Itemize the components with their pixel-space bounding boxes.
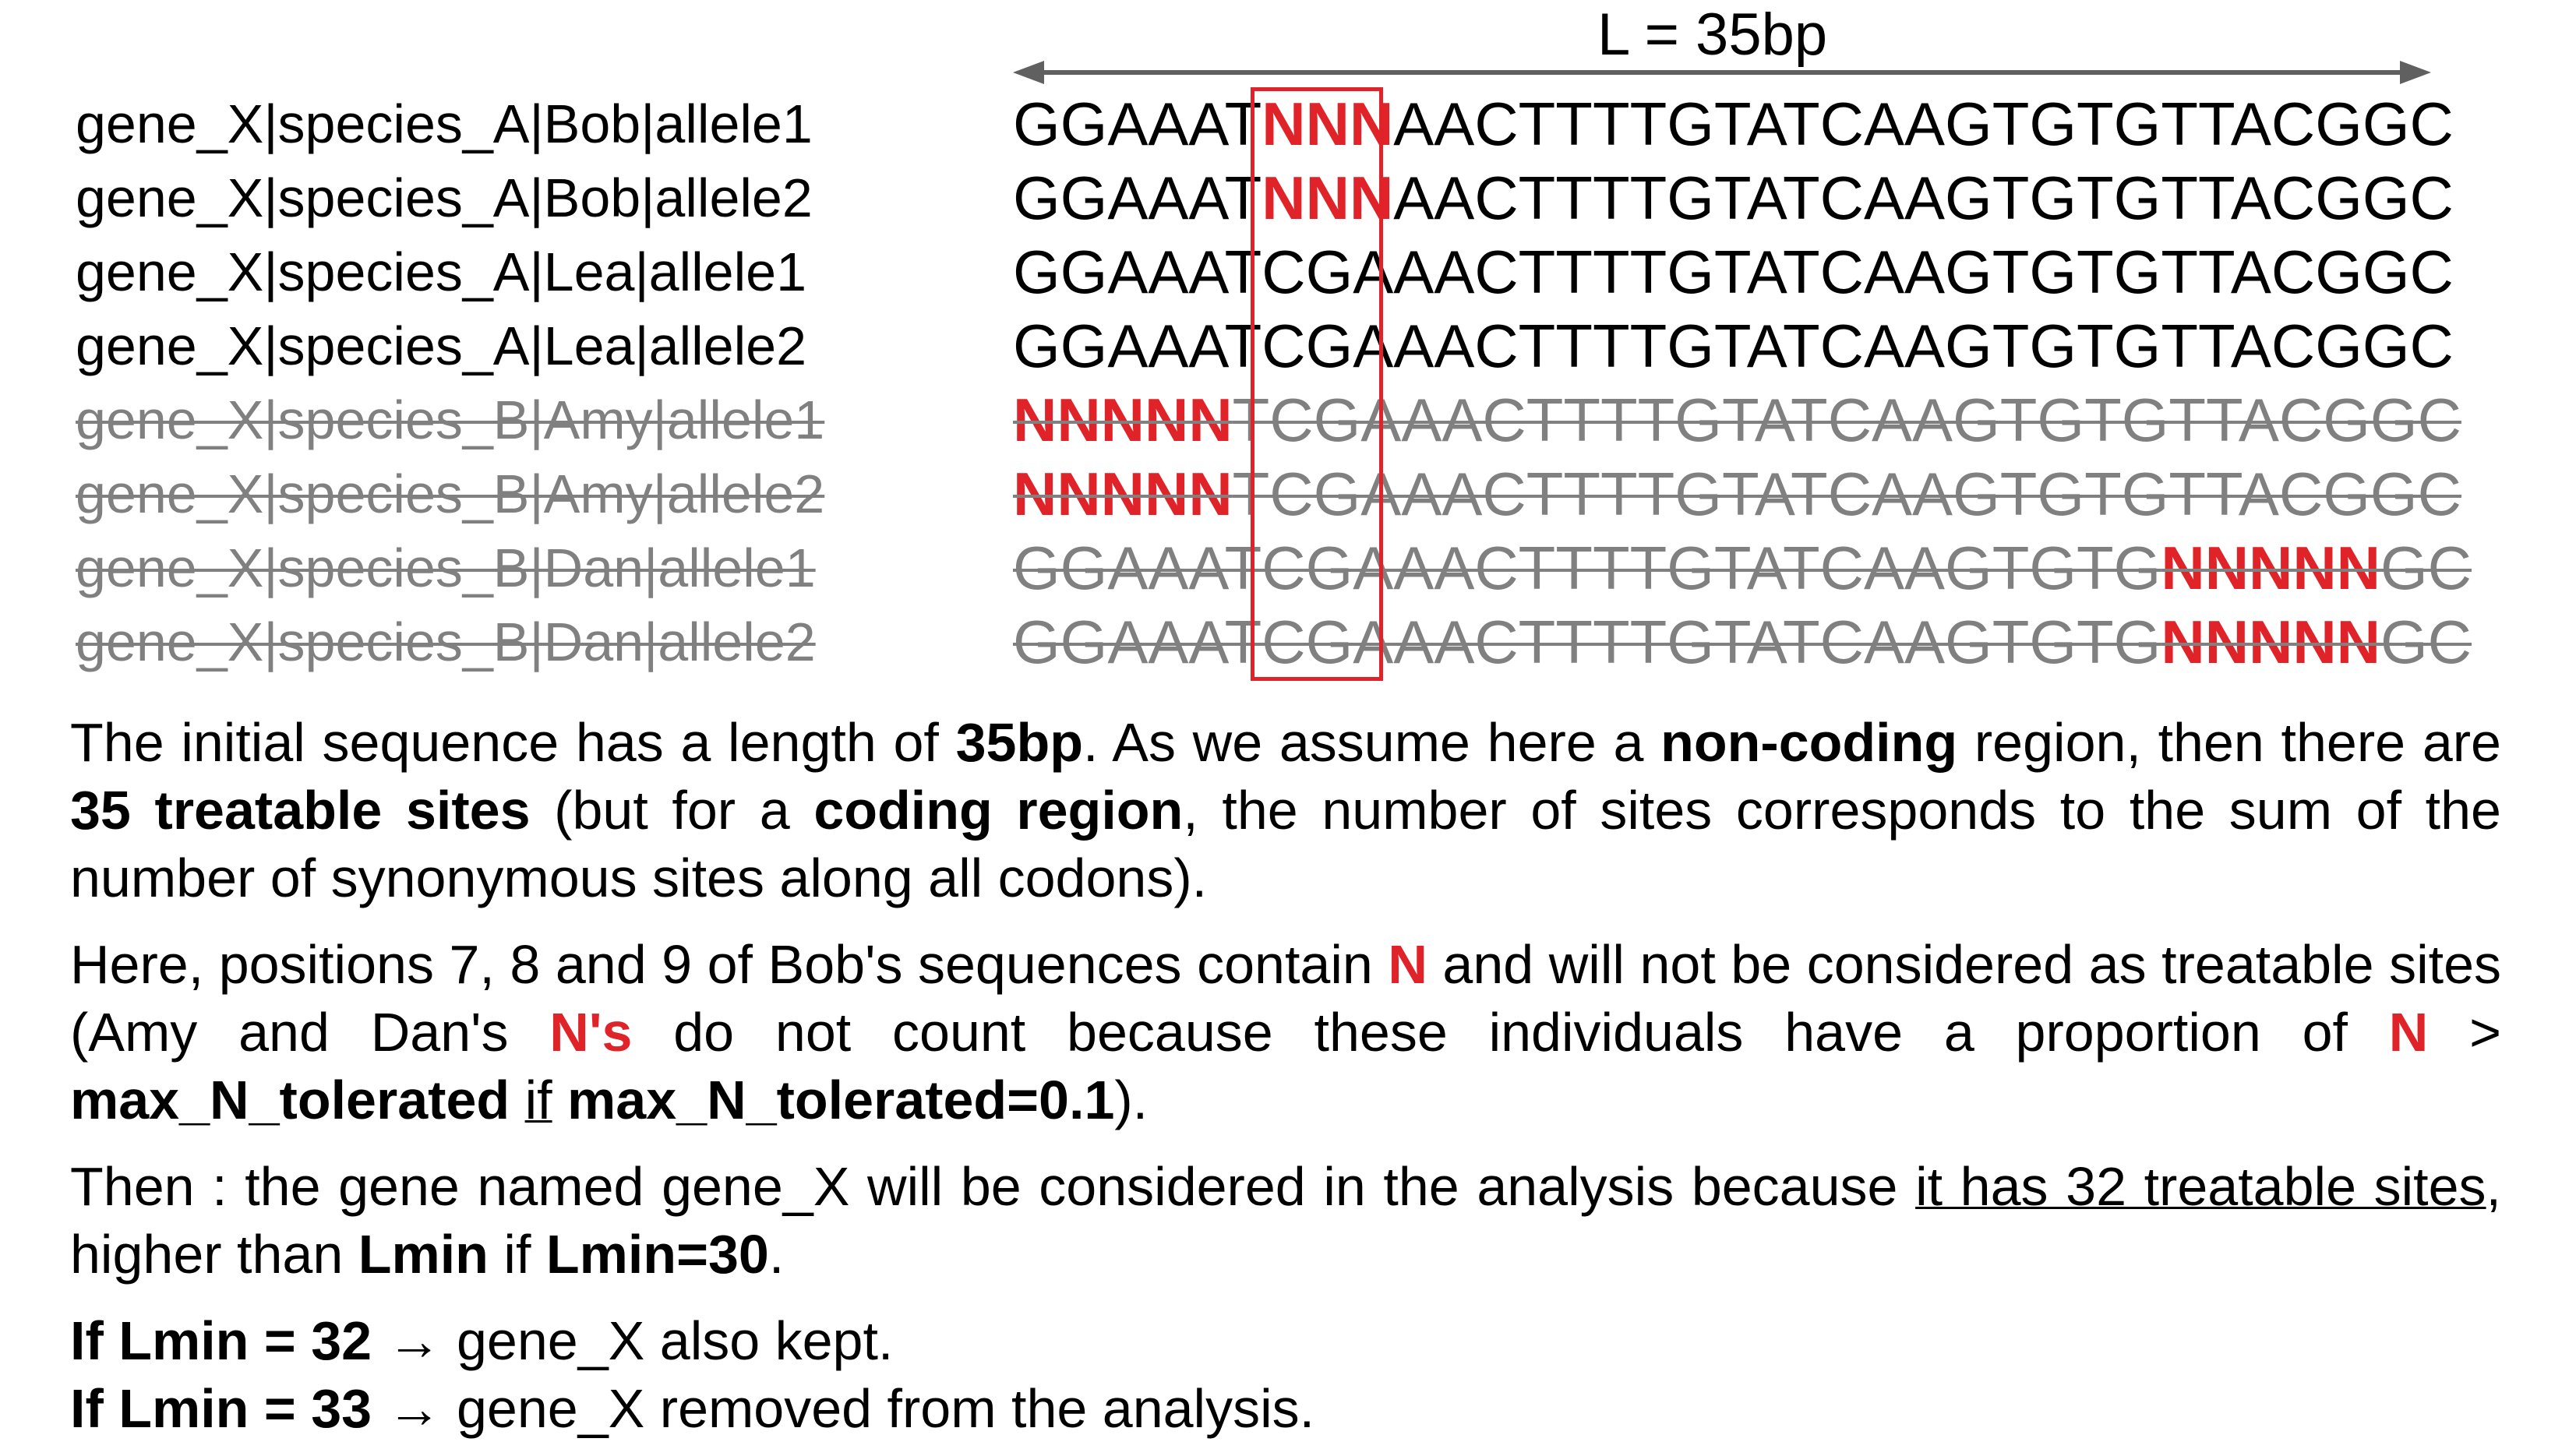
paragraph-run: it has 32 treatable sites [1915, 1156, 2486, 1217]
gene-label: gene_X|species_A|Bob|allele2 [76, 167, 813, 228]
sequence-row: NNNNNTCGAAACTTTTGTATCAAGTGTGTTACGGC [1013, 457, 2472, 531]
paragraph-run: > [2428, 1002, 2501, 1063]
paragraph-run: Then : the gene named gene_X will be con… [70, 1156, 1916, 1217]
sequence-segment: GGAAAT [1013, 90, 1262, 158]
sequence-segment: GC [2380, 534, 2472, 602]
paragraph-run: Lmin [358, 1224, 489, 1285]
paragraph-run: if [524, 1070, 552, 1130]
rule-outcome: gene_X also kept. [456, 1310, 894, 1371]
rule-condition: If Lmin = 32 [70, 1310, 372, 1371]
paragraph-run [552, 1070, 567, 1130]
sequence-row: GGAAATCGAAACTTTTGTATCAAGTGTGTTACGGC [1013, 309, 2472, 383]
sequence-segment: GGAAATCGAAACTTTTGTATCAAGTGTG [1013, 534, 2161, 602]
length-arrow-right-head [2400, 61, 2431, 84]
sequence-row: NNNNNTCGAAACTTTTGTATCAAGTGTGTTACGGC [1013, 383, 2472, 457]
explanation-paragraph: The initial sequence has a length of 35b… [70, 709, 2501, 912]
sequence-segment: GGAAATCGAAACTTTTGTATCAAGTGTG [1013, 608, 2161, 676]
paragraph-run: 35bp [955, 712, 1083, 773]
paragraph-run: N [2388, 1002, 2429, 1063]
paragraph-run: . [768, 1224, 785, 1285]
explanation-text: The initial sequence has a length of 35b… [70, 709, 2501, 1443]
explanation-paragraph: Then : the gene named gene_X will be con… [70, 1153, 2501, 1289]
paragraph-run: Lmin=30 [545, 1224, 769, 1285]
gene-label-column: gene_X|species_A|Bob|allele1 gene_X|speci… [76, 87, 824, 679]
paragraph-run: 35 treatable sites [70, 780, 531, 841]
paragraph-run: (but for a [530, 780, 814, 841]
paragraph-run: non-coding [1660, 712, 1958, 773]
paragraph-run [510, 1070, 524, 1130]
sequence-segment: AACTTTTGTATCAAGTGTGTTACGGC [1393, 164, 2454, 232]
paragraph-run: The initial sequence has a length of [70, 712, 956, 773]
sequence-segment: GGAAATCGAAACTTTTGTATCAAGTGTGTTACGGC [1013, 312, 2454, 380]
paragraph-run: N [1388, 934, 1427, 995]
sequence-length-label: L = 35bp [1597, 2, 1828, 68]
sequence-segment: GGAAATCGAAACTTTTGTATCAAGTGTGTTACGGC [1013, 238, 2454, 306]
paragraph-run: ). [1114, 1070, 1149, 1130]
rule-condition: If Lmin = 33 [70, 1378, 372, 1439]
gene-label: gene_X|species_A|Lea|allele2 [76, 316, 807, 376]
right-arrow-icon: → [386, 1378, 442, 1439]
paragraph-run: . As we assume here a [1082, 712, 1661, 773]
sequence-segment: TCGAAACTTTTGTATCAAGTGTGTTACGGC [1232, 460, 2461, 528]
sequence-row: GGAAATCGAAACTTTTGTATCAAGTGTGTTACGGC [1013, 235, 2472, 309]
sequence-row: GGAAATNNNAACTTTTGTATCAAGTGTGTTACGGC [1013, 161, 2472, 235]
missing-bases-run: NNNNN [2161, 608, 2381, 676]
paragraph-run: if [488, 1224, 546, 1285]
missing-bases-run: NNNNN [1013, 460, 1233, 528]
sequence-segment: GGAAAT [1013, 164, 1262, 232]
gene-label: gene_X|species_A|Lea|allele1 [76, 242, 807, 302]
missing-bases-run: NNNNN [1013, 386, 1233, 454]
length-arrow-left-head [1013, 61, 1044, 84]
gene-label: gene_X|species_B|Dan|allele1 [76, 538, 816, 598]
length-double-arrow [1013, 61, 2431, 84]
gene-label: gene_X|species_B|Amy|allele1 [76, 390, 825, 450]
figure-canvas: L = 35bp gene_X|species_A|Bob|allele1 gen… [0, 0, 2576, 1449]
sequence-segment: TCGAAACTTTTGTATCAAGTGTGTTACGGC [1232, 386, 2461, 454]
missing-bases-run: NNNNN [2161, 534, 2381, 602]
sequence-segment: GC [2380, 608, 2472, 676]
sequence-segment: AACTTTTGTATCAAGTGTGTTACGGC [1393, 90, 2454, 158]
positions-7-9-highlight-box [1251, 87, 1383, 681]
gene-label: gene_X|species_A|Bob|allele1 [76, 93, 813, 154]
gene-label: gene_X|species_B|Amy|allele2 [76, 464, 825, 524]
sequence-alignment: GGAAATNNNAACTTTTGTATCAAGTGTGTTACGGC GGAAA… [1013, 87, 2472, 679]
gene-label: gene_X|species_B|Dan|allele2 [76, 612, 816, 672]
paragraph-run: max_N_tolerated=0.1 [567, 1070, 1115, 1130]
lmin-rule: If Lmin = 33 → gene_X removed from the a… [70, 1375, 2501, 1443]
paragraph-run: do not count because these individuals h… [632, 1002, 2389, 1063]
right-arrow-icon: → [386, 1310, 442, 1371]
paragraph-run: Here, positions 7, 8 and 9 of Bob's sequ… [70, 934, 1389, 995]
paragraph-run: coding region [813, 780, 1184, 841]
explanation-paragraph: Here, positions 7, 8 and 9 of Bob's sequ… [70, 931, 2501, 1134]
sequence-row: GGAAATCGAAACTTTTGTATCAAGTGTGNNNNNGC [1013, 531, 2472, 605]
sequence-row: GGAAATNNNAACTTTTGTATCAAGTGTGTTACGGC [1013, 87, 2472, 161]
paragraph-run: max_N_tolerated [70, 1070, 510, 1130]
lmin-rule: If Lmin = 32 → gene_X also kept. [70, 1307, 2501, 1375]
rule-outcome: gene_X removed from the analysis. [456, 1378, 1315, 1439]
sequence-row: GGAAATCGAAACTTTTGTATCAAGTGTGNNNNNGC [1013, 605, 2472, 679]
paragraph-run: region, then there are [1957, 712, 2501, 773]
paragraph-run: N's [549, 1002, 633, 1063]
